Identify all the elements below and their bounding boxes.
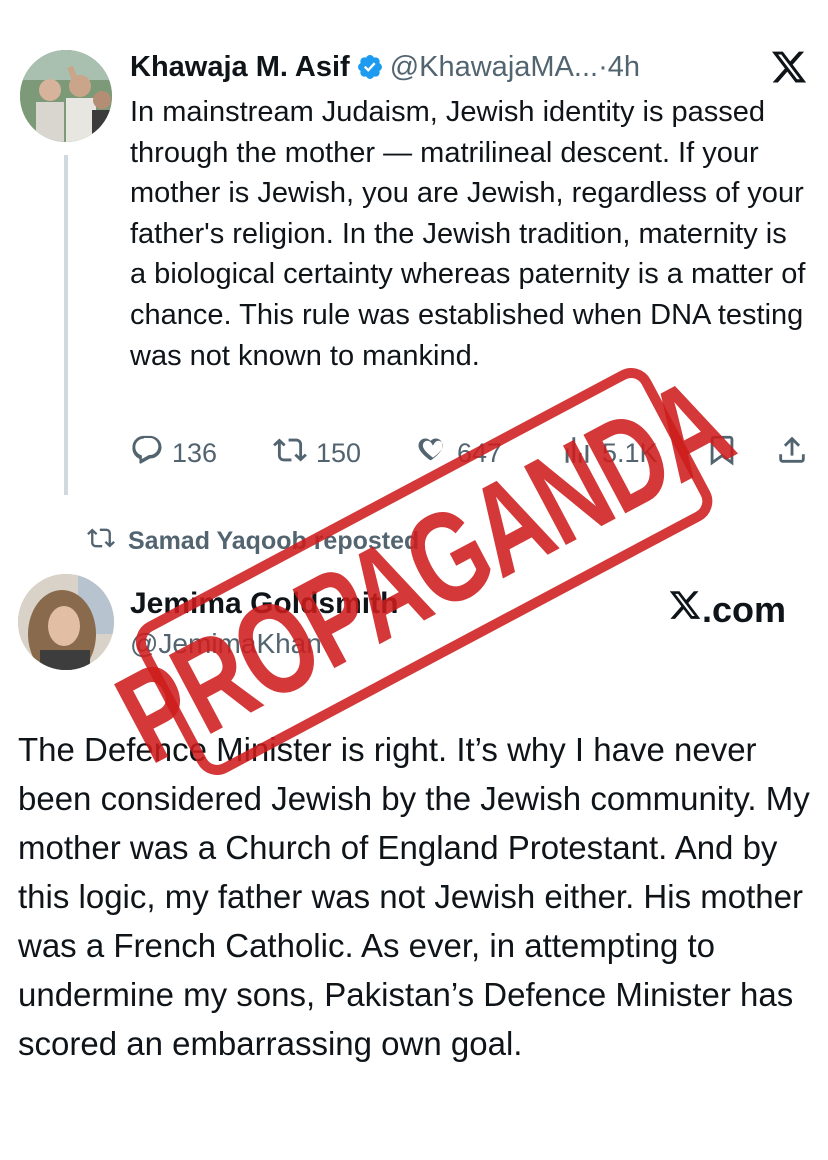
share-icon xyxy=(775,433,817,474)
tweet-header: Khawaja M. Asif @KhawajaMA...·4h xyxy=(130,50,640,89)
separator-dot: · xyxy=(598,51,608,83)
reply-icon xyxy=(130,433,172,474)
author-avatar[interactable] xyxy=(18,574,114,670)
reply-count: 136 xyxy=(172,438,218,468)
x-logo-icon[interactable] xyxy=(770,48,808,86)
repost-indicator[interactable]: Samad Yaqoob reposted xyxy=(86,524,419,559)
author-avatar[interactable] xyxy=(20,50,112,142)
tweet-actions: 136 150 647 5.1K xyxy=(130,433,820,473)
heart-icon xyxy=(415,433,457,474)
views-count: 5.1K xyxy=(602,438,658,468)
tweet-time[interactable]: 4h xyxy=(608,51,640,83)
repost-icon xyxy=(272,433,316,474)
reply-button[interactable]: 136 xyxy=(130,433,217,474)
repost-button[interactable]: 150 xyxy=(272,433,361,474)
tweet-text: In mainstream Judaism, Jewish identity i… xyxy=(130,96,806,372)
bookmark-icon xyxy=(705,433,747,474)
repost-indicator-icon xyxy=(86,524,128,559)
author-handle[interactable]: @JemimaKhan xyxy=(130,628,322,660)
author-handle[interactable]: @KhawajaMA... xyxy=(390,51,598,83)
x-com-text: .com xyxy=(702,588,787,630)
stamp-border: PROPAGANDA xyxy=(96,351,752,791)
like-button[interactable]: 647 xyxy=(415,433,502,474)
repost-count: 150 xyxy=(316,438,362,468)
author-name[interactable]: Khawaja M. Asif xyxy=(130,51,350,83)
tweet-text: The Defence Minister is right. It’s why … xyxy=(18,731,810,1062)
x-com-logo-icon xyxy=(668,588,702,631)
x-com-watermark: .com xyxy=(668,588,786,631)
verified-badge-icon xyxy=(356,53,384,89)
author-name[interactable]: Jemima Goldsmith xyxy=(130,587,398,621)
bookmark-button[interactable] xyxy=(705,433,747,474)
like-count: 647 xyxy=(457,438,503,468)
repost-indicator-text: Samad Yaqoob reposted xyxy=(128,527,420,555)
views-chart-icon xyxy=(560,433,602,474)
share-button[interactable] xyxy=(775,433,817,474)
thread-line xyxy=(64,155,68,495)
views-button[interactable]: 5.1K xyxy=(560,433,658,474)
